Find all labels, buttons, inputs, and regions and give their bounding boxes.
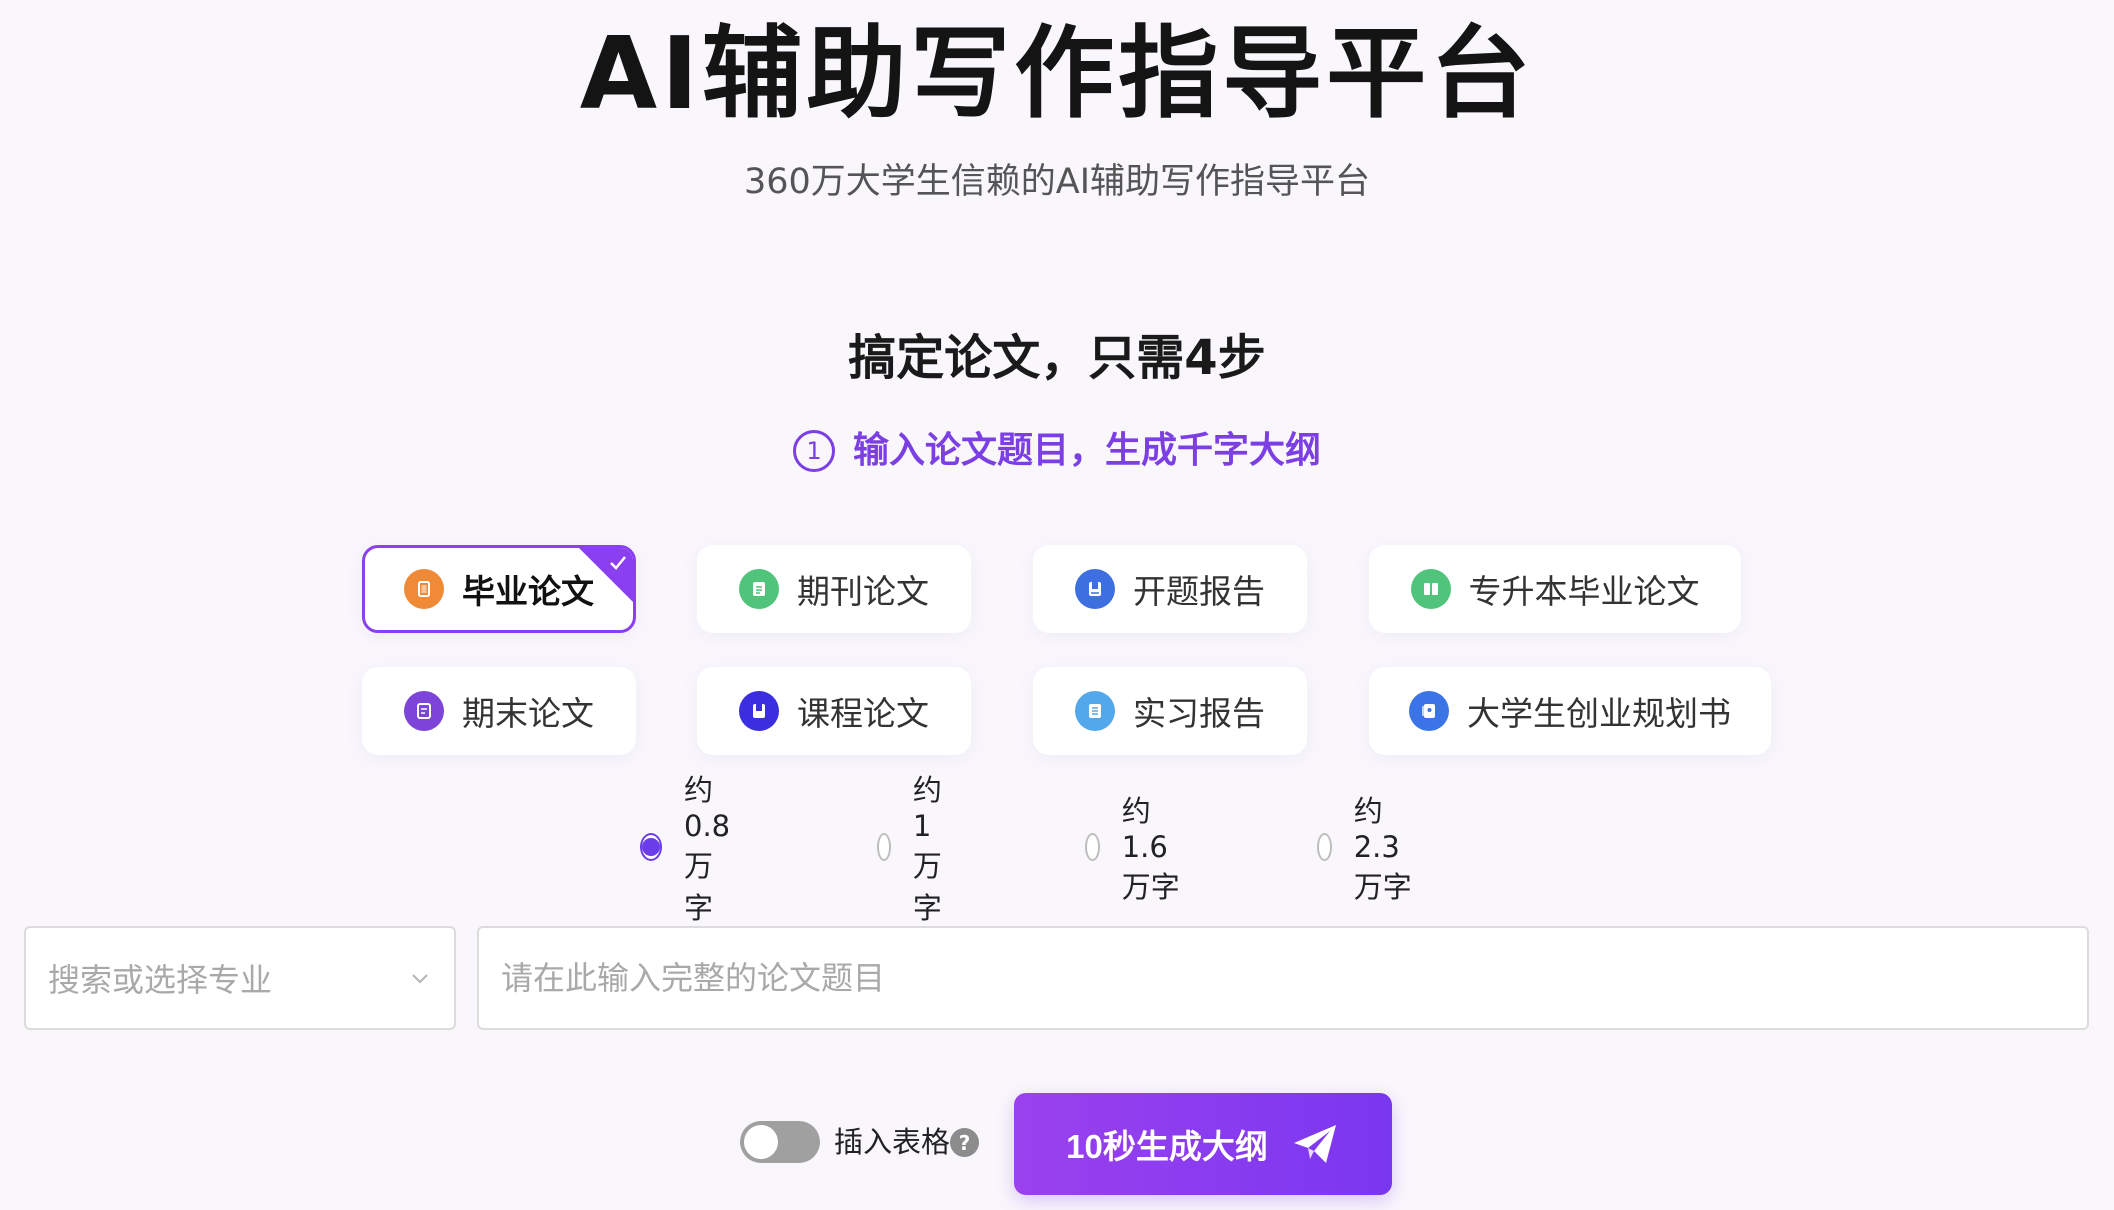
paper-type-internship[interactable]: 实习报告 [1033,667,1307,755]
current-step: 1 输入论文题目，生成千字大纲 [0,426,2114,476]
generate-outline-button[interactable]: 10秒生成大纲 [1014,1093,1392,1195]
help-icon[interactable]: ? [950,1128,979,1157]
radio-icon[interactable] [1085,833,1100,861]
major-select-placeholder: 搜索或选择专业 [48,961,273,999]
word-count-option[interactable]: 约1.6万字 [1085,788,1181,906]
course-icon [739,691,779,731]
paper-type-label: 期刊论文 [797,572,929,611]
radio-icon[interactable] [877,833,891,861]
word-count-option[interactable]: 约2.3万字 [1317,788,1413,906]
paper-type-label: 毕业论文 [462,572,594,611]
steps-heading: 搞定论文，只需4步 [848,330,1266,386]
paper-type-final[interactable]: 期末论文 [362,667,636,755]
paper-type-course[interactable]: 课程论文 [697,667,971,755]
step-number-icon: 1 [792,430,835,472]
chevron-down-icon [412,974,428,984]
paper-type-label: 专升本毕业论文 [1468,572,1700,611]
page-title: AI辅助写作指导平台 [579,15,1535,132]
paper-plane-icon [1293,1125,1336,1163]
note-icon [404,691,444,731]
toggle-knob [744,1125,778,1159]
insert-table-toggle[interactable] [740,1121,820,1163]
book-icon [1410,569,1451,609]
paper-type-proposal[interactable]: 开题报告 [1033,545,1307,633]
word-count-label: 约1万字 [912,773,942,925]
word-count-label: 约1.6万字 [1121,794,1180,904]
generate-button-label: 10秒生成大纲 [1066,1128,1268,1165]
paper-type-upgrade-graduation[interactable]: 专升本毕业论文 [1369,545,1741,633]
plan-icon [1409,691,1449,731]
paper-type-label: 大学生创业规划书 [1467,694,1731,733]
page: AI辅助写作指导平台 360万大学生信赖的AI辅助写作指导平台 搞定论文，只需4… [0,0,2114,1210]
report-icon [1075,569,1115,609]
word-count-label: 约0.8万字 [684,773,731,925]
journal-icon [739,569,779,609]
paper-type-journal[interactable]: 期刊论文 [697,545,971,633]
paper-type-label: 期末论文 [462,694,594,733]
word-count-option[interactable]: 约0.8万字 [640,767,736,927]
radio-icon[interactable] [1317,833,1332,861]
insert-table-label: 插入表格 [834,1125,951,1159]
page-subtitle: 360万大学生信赖的AI辅助写作指导平台 [743,162,1371,202]
paper-type-label: 实习报告 [1133,694,1265,733]
major-select[interactable]: 搜索或选择专业 [24,926,456,1030]
radio-selected-icon[interactable] [640,833,662,861]
document-icon [404,569,444,609]
check-icon [610,556,626,570]
file-icon [1075,691,1115,731]
word-count-label: 约2.3万字 [1353,794,1412,904]
paper-title-input[interactable] [477,926,2089,1030]
paper-type-label: 开题报告 [1133,572,1265,611]
paper-type-label: 课程论文 [797,694,929,733]
step-description: 输入论文题目，生成千字大纲 [852,430,1321,471]
paper-type-graduation[interactable]: 毕业论文 [362,545,636,633]
word-count-option[interactable]: 约1万字 [877,767,956,927]
paper-type-business-plan[interactable]: 大学生创业规划书 [1369,667,1771,755]
